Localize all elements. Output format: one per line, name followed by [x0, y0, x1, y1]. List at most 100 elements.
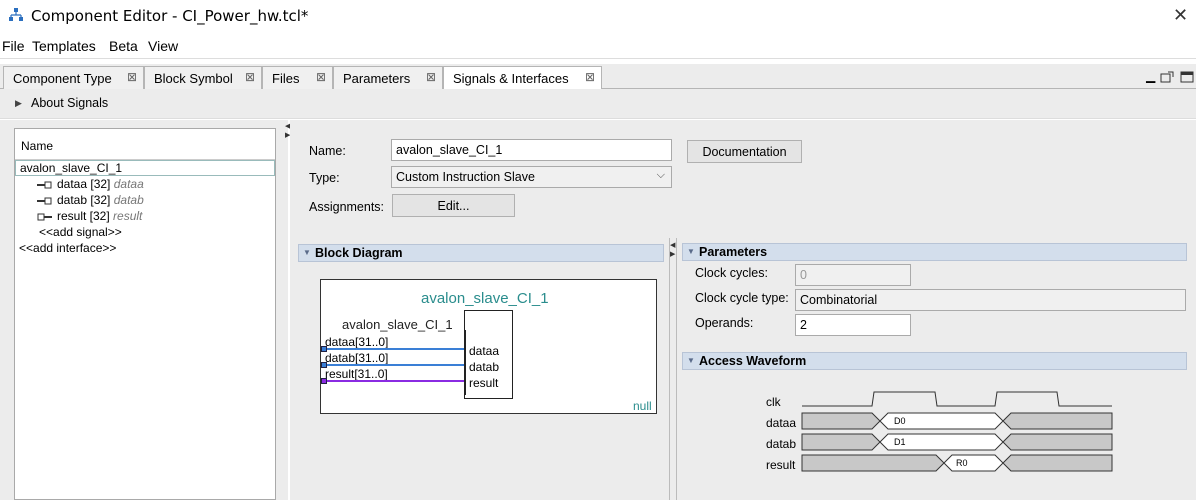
tab-component-type[interactable]: Component Type ⊠ [3, 66, 144, 89]
tab-files[interactable]: Files ⊠ [262, 66, 333, 89]
tab-close-icon[interactable]: ⊠ [245, 70, 255, 84]
port-line-dataa [322, 348, 464, 350]
documentation-button[interactable]: Documentation [687, 140, 802, 163]
access-waveform-header[interactable]: ▼ Access Waveform [682, 352, 1187, 370]
waveform-value-datab: D1 [894, 437, 906, 447]
parameters-header[interactable]: ▼ Parameters [682, 243, 1187, 261]
waveform-datab-hatch-right [1002, 433, 1113, 451]
waveform-datab-hatch-left [801, 433, 881, 451]
chevron-down-icon: ⌵ [656, 169, 665, 181]
waveform-value-dataa: D0 [894, 416, 906, 426]
output-signal-icon [37, 213, 52, 221]
diagram-interface-name: avalon_slave_CI_1 [342, 317, 453, 332]
tab-parameters[interactable]: Parameters ⊠ [333, 66, 443, 89]
signal-role: datab [113, 193, 144, 207]
maximize-icon[interactable] [1160, 71, 1174, 83]
tab-label: Signals & Interfaces [453, 71, 569, 86]
clock-cycles-input[interactable]: 0 [795, 264, 911, 286]
diagram-footer: null [633, 399, 652, 413]
tree-interface-item[interactable]: avalon_slave_CI_1 [15, 160, 275, 176]
diagram-port-right: dataa [469, 344, 500, 358]
signal-name: result [32] [57, 209, 110, 223]
port-marker [321, 346, 327, 352]
chevron-right-icon[interactable]: ▶ [15, 98, 22, 109]
waveform-value-result: R0 [956, 458, 968, 468]
tab-close-icon[interactable]: ⊠ [585, 70, 595, 84]
clock-cycles-label: Clock cycles: [695, 266, 768, 280]
clock-type-value: Combinatorial [795, 289, 1186, 311]
name-input[interactable]: avalon_slave_CI_1 [391, 139, 672, 161]
diagram-port-left: result[31..0] [325, 367, 388, 381]
waveform-dataa-hatch-left [801, 412, 881, 430]
splitter-left-arrow-icon[interactable]: ◀ [670, 241, 675, 249]
diagram-port-right: datab [469, 360, 500, 374]
input-signal-icon [37, 181, 52, 189]
waveform-result-hatch-left [801, 454, 945, 472]
diagram-port-right: result [469, 376, 499, 390]
port-line-datab [322, 364, 464, 366]
tree-signal-item[interactable]: datab [32] datab [37, 193, 144, 207]
collapse-triangle-icon[interactable]: ▼ [687, 247, 695, 256]
title-bar: Component Editor - CI_Power_hw.tcl* ✕ [0, 0, 1196, 32]
waveform-result-hatch-right [1002, 454, 1113, 472]
about-signals-label: About Signals [31, 96, 109, 110]
menu-beta[interactable]: Beta [109, 38, 138, 54]
name-label: Name: [309, 144, 346, 158]
about-signals-bar[interactable]: ▶ About Signals [0, 89, 1196, 119]
add-signal-item[interactable]: <<add signal>> [39, 225, 122, 239]
block-diagram-header[interactable]: ▼ Block Diagram [298, 244, 664, 262]
waveform-label-clk: clk [766, 395, 781, 409]
diagram-component-name: avalon_slave_CI_1 [421, 290, 549, 307]
waveform-result-value [943, 454, 1004, 472]
tab-label: Files [272, 71, 300, 86]
operands-input[interactable]: 2 [795, 314, 911, 336]
collapse-triangle-icon[interactable]: ▼ [687, 356, 695, 365]
restore-icon[interactable] [1180, 71, 1194, 83]
close-icon[interactable]: ✕ [1173, 5, 1188, 26]
menu-templates[interactable]: Templates [32, 38, 96, 54]
tree-header-label: Name [21, 139, 54, 153]
signal-name: dataa [32] [57, 177, 111, 191]
type-select[interactable]: Custom Instruction Slave ⌵ [391, 166, 672, 188]
tab-close-icon[interactable]: ⊠ [127, 70, 137, 84]
tab-block-symbol[interactable]: Block Symbol ⊠ [144, 66, 262, 89]
waveform-label-result: result [766, 458, 796, 472]
menu-divider [0, 58, 1196, 59]
access-waveform-title: Access Waveform [699, 354, 807, 368]
type-select-value: Custom Instruction Slave [396, 170, 535, 184]
menu-file[interactable]: File [2, 38, 25, 54]
input-signal-icon [37, 197, 52, 205]
menu-view[interactable]: View [148, 38, 178, 54]
signal-tree[interactable]: Name avalon_slave_CI_1 dataa [32] dataa … [14, 128, 276, 500]
splitter-right-arrow-icon[interactable]: ▶ [670, 250, 675, 258]
tree-signal-item[interactable]: result [32] result [37, 209, 142, 223]
add-interface-item[interactable]: <<add interface>> [19, 241, 116, 255]
port-marker [321, 378, 327, 384]
tab-close-icon[interactable]: ⊠ [316, 70, 326, 84]
tab-label: Parameters [343, 71, 411, 86]
collapse-triangle-icon[interactable]: ▼ [303, 248, 311, 257]
waveform-dataa-hatch-right [1002, 412, 1113, 430]
waveform-label-dataa: dataa [766, 416, 797, 430]
tab-close-icon[interactable]: ⊠ [426, 70, 436, 84]
diagram-port-left: datab[31..0] [325, 351, 389, 365]
clock-type-label: Clock cycle type: [695, 291, 789, 305]
signal-role: dataa [113, 177, 144, 191]
diagram-port-left: dataa[31..0] [325, 335, 389, 349]
tree-signal-item[interactable]: dataa [32] dataa [37, 177, 144, 191]
waveform-label-datab: datab [766, 437, 797, 451]
signal-name: datab [32] [57, 193, 111, 207]
port-marker [321, 362, 327, 368]
port-line-result [322, 380, 464, 382]
block-diagram-title: Block Diagram [315, 246, 403, 260]
operands-label: Operands: [695, 316, 754, 330]
app-icon [9, 8, 23, 21]
waveform-clk [802, 391, 1112, 407]
parameters-title: Parameters [699, 245, 768, 259]
window-title: Component Editor - CI_Power_hw.tcl* [31, 7, 309, 25]
edit-assignments-button[interactable]: Edit... [392, 194, 515, 217]
tree-header[interactable]: Name [15, 129, 275, 160]
minimize-icon[interactable]: ▁ [1146, 69, 1155, 83]
tab-label: Component Type [13, 71, 112, 86]
tab-signals-interfaces[interactable]: Signals & Interfaces ⊠ [443, 66, 602, 90]
